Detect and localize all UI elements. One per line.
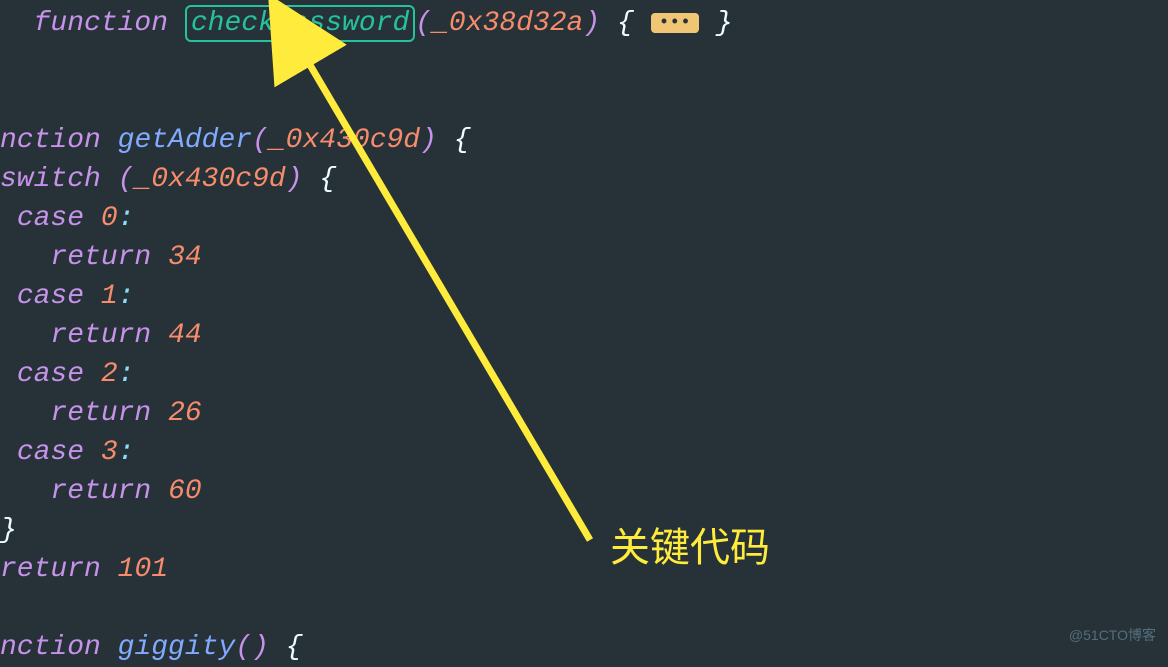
keyword-switch: switch bbox=[0, 164, 101, 195]
code-line-last: nction giggity() { bbox=[0, 628, 1168, 667]
blank-line bbox=[0, 589, 1168, 628]
keyword-function: function bbox=[34, 8, 168, 39]
keyword-function-partial: nction bbox=[0, 125, 101, 156]
param: _0x38d32a bbox=[432, 8, 583, 39]
case-line: case 3: bbox=[0, 433, 1168, 472]
code-line-2: nction getAdder(_0x430c9d) { bbox=[0, 121, 1168, 160]
return-line: return 34 bbox=[0, 238, 1168, 277]
return-line: return 101 bbox=[0, 550, 1168, 589]
open-paren: ( bbox=[415, 8, 432, 39]
function-name-giggity: giggity bbox=[118, 632, 236, 663]
blank-line bbox=[0, 82, 1168, 121]
param: _0x430c9d bbox=[269, 125, 420, 156]
code-line-1: function checkPassword(_0x38d32a) { ••• … bbox=[0, 4, 1168, 43]
switch-var: _0x430c9d bbox=[134, 164, 285, 195]
code-line-switch: switch (_0x430c9d) { bbox=[0, 160, 1168, 199]
return-line: return 44 bbox=[0, 316, 1168, 355]
close-brace-line: } bbox=[0, 511, 1168, 550]
return-line: return 60 bbox=[0, 472, 1168, 511]
annotation-label: 关键代码 bbox=[610, 520, 770, 576]
close-paren: ) bbox=[583, 8, 600, 39]
case-line: case 1: bbox=[0, 277, 1168, 316]
case-line: case 2: bbox=[0, 355, 1168, 394]
blank-line bbox=[0, 43, 1168, 82]
watermark: @51CTO博客 bbox=[1069, 626, 1156, 646]
return-line: return 26 bbox=[0, 394, 1168, 433]
function-name-getadder: getAdder bbox=[118, 125, 252, 156]
close-brace: } bbox=[716, 8, 733, 39]
open-brace: { bbox=[617, 8, 634, 39]
collapsed-icon[interactable]: ••• bbox=[651, 13, 699, 33]
function-name-checkpassword[interactable]: checkPassword bbox=[185, 5, 415, 42]
case-line: case 0: bbox=[0, 199, 1168, 238]
keyword-function-partial: nction bbox=[0, 632, 101, 663]
